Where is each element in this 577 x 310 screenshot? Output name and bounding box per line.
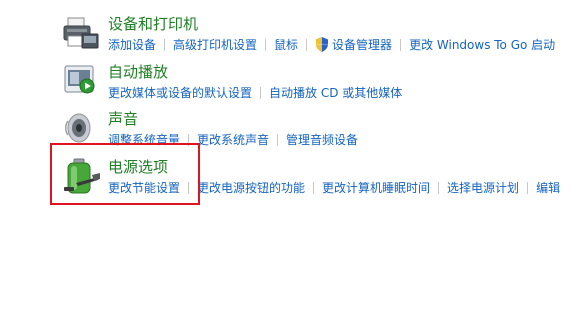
separator (306, 39, 308, 51)
mouse-link[interactable]: 鼠标 (274, 37, 298, 53)
section-power-options: 电源选项 更改节能设置 更改电源按钮的功能 更改计算机睡眠时间 选择电源计划 编辑 (0, 157, 577, 205)
section-sound: 声音 调整系统音量 更改系统声音 管理音频设备 (0, 109, 577, 157)
windows-to-go-link[interactable]: 更改 Windows To Go 启动 (409, 37, 555, 53)
separator (188, 134, 190, 146)
separator (188, 182, 190, 194)
separator (265, 39, 267, 51)
section-autoplay: 自动播放 更改媒体或设备的默认设置 自动播放 CD 或其他媒体 (0, 62, 577, 110)
change-power-saving-link[interactable]: 更改节能设置 (108, 180, 180, 196)
section-title[interactable]: 设备和打印机 (108, 14, 198, 34)
separator (277, 134, 279, 146)
speaker-icon[interactable] (62, 109, 102, 149)
separator (527, 182, 529, 194)
uac-shield-icon (315, 37, 329, 52)
power-button-function-link[interactable]: 更改电源按钮的功能 (197, 180, 305, 196)
manage-audio-devices-link[interactable]: 管理音频设备 (286, 132, 358, 148)
section-title[interactable]: 自动播放 (108, 62, 168, 82)
computer-sleep-time-link[interactable]: 更改计算机睡眠时间 (322, 180, 430, 196)
autoplay-cd-link[interactable]: 自动播放 CD 或其他媒体 (269, 85, 402, 101)
device-manager-link[interactable]: 设备管理器 (332, 37, 392, 53)
links-row: 添加设备 高级打印机设置 鼠标 设备管理器 更改 Windows To Go 启动 (108, 37, 555, 53)
links-row: 调整系统音量 更改系统声音 管理音频设备 (108, 132, 358, 148)
separator (400, 39, 402, 51)
autoplay-icon[interactable] (62, 62, 102, 102)
add-device-link[interactable]: 添加设备 (108, 37, 156, 53)
advanced-printer-settings-link[interactable]: 高级打印机设置 (173, 37, 257, 53)
printer-icon[interactable] (62, 14, 102, 54)
links-row: 更改媒体或设备的默认设置 自动播放 CD 或其他媒体 (108, 85, 402, 101)
links-row: 更改节能设置 更改电源按钮的功能 更改计算机睡眠时间 选择电源计划 编辑 (108, 180, 560, 196)
edit-power-plan-link[interactable]: 编辑 (536, 180, 560, 196)
separator (260, 87, 262, 99)
change-media-defaults-link[interactable]: 更改媒体或设备的默认设置 (108, 85, 252, 101)
section-devices-printers: 设备和打印机 添加设备 高级打印机设置 鼠标 设备管理器 更改 Windows To G… (0, 14, 577, 62)
separator (313, 182, 315, 194)
choose-power-plan-link[interactable]: 选择电源计划 (447, 180, 519, 196)
adjust-volume-link[interactable]: 调整系统音量 (108, 132, 180, 148)
section-title[interactable]: 电源选项 (108, 157, 168, 177)
section-title[interactable]: 声音 (108, 109, 138, 129)
battery-icon[interactable] (62, 157, 102, 197)
separator (164, 39, 166, 51)
change-system-sounds-link[interactable]: 更改系统声音 (197, 132, 269, 148)
separator (438, 182, 440, 194)
